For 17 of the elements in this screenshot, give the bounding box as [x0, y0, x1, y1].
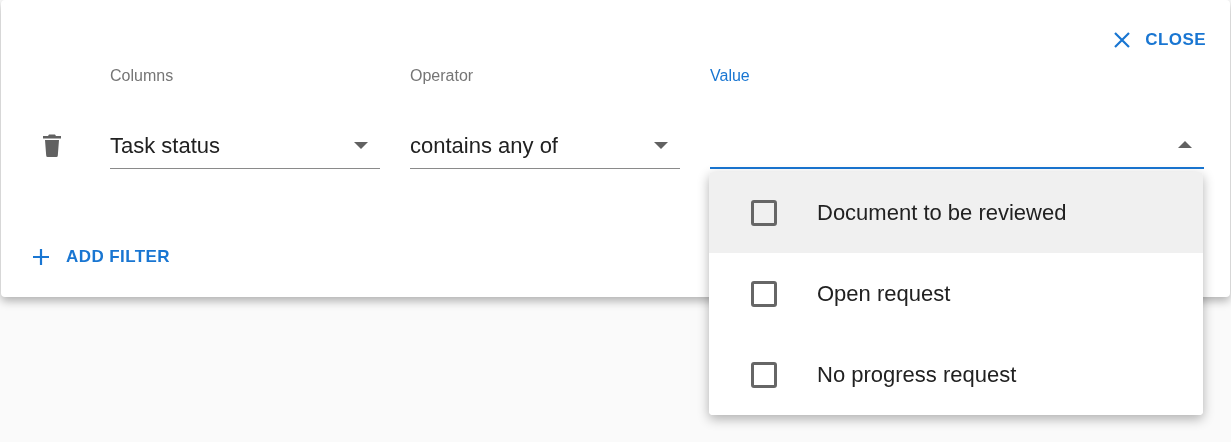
plus-icon — [32, 248, 50, 266]
close-button[interactable]: CLOSE — [1109, 26, 1210, 54]
caret-icon — [354, 141, 368, 149]
option-item[interactable]: Document to be reviewed — [709, 172, 1203, 253]
operator-select[interactable]: contains any of — [410, 122, 680, 169]
close-icon — [1113, 31, 1132, 49]
add-filter-button[interactable]: ADD FILTER — [32, 243, 171, 271]
field-label: Operator — [410, 66, 474, 86]
checkbox[interactable] — [751, 199, 777, 226]
checkbox[interactable] — [751, 361, 777, 388]
option-item[interactable]: No progress request — [709, 334, 1203, 415]
column-select[interactable]: Task status — [110, 122, 380, 169]
field-label: Columns — [110, 66, 174, 86]
checkbox[interactable] — [751, 280, 777, 307]
caret-icon — [654, 141, 668, 149]
option-item[interactable]: Open request — [709, 253, 1203, 334]
field-label: Value — [710, 66, 750, 86]
